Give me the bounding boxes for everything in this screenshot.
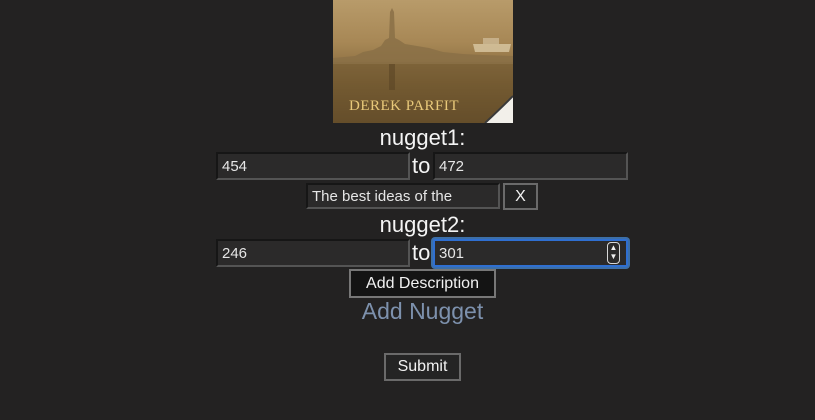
nugget1-to-label: to xyxy=(412,153,431,178)
nugget1-description-input[interactable] xyxy=(306,183,500,209)
nugget1-end-input[interactable] xyxy=(433,152,628,180)
nugget2-title: nugget2: xyxy=(379,212,466,237)
nugget1-title: nugget1: xyxy=(379,125,466,150)
add-description-button[interactable]: Add Description xyxy=(349,269,496,298)
cover-author-text: DEREK PARFIT xyxy=(349,98,460,114)
add-nugget-link[interactable]: Add Nugget xyxy=(0,298,815,325)
nugget1-remove-description-button[interactable]: X xyxy=(503,183,538,210)
nugget2-start-input[interactable] xyxy=(216,239,410,267)
number-spinner-icon[interactable]: ▲ ▼ xyxy=(607,242,620,264)
submit-button[interactable]: Submit xyxy=(384,353,461,381)
nugget2-to-label: to xyxy=(412,240,431,265)
nugget2-end-input[interactable] xyxy=(433,239,628,267)
book-cover-image: DEREK PARFIT xyxy=(333,0,513,123)
nugget1-start-input[interactable] xyxy=(216,152,410,180)
nugget-form-page: DEREK PARFIT nugget1: to X nugget2: to ▲… xyxy=(0,0,815,420)
